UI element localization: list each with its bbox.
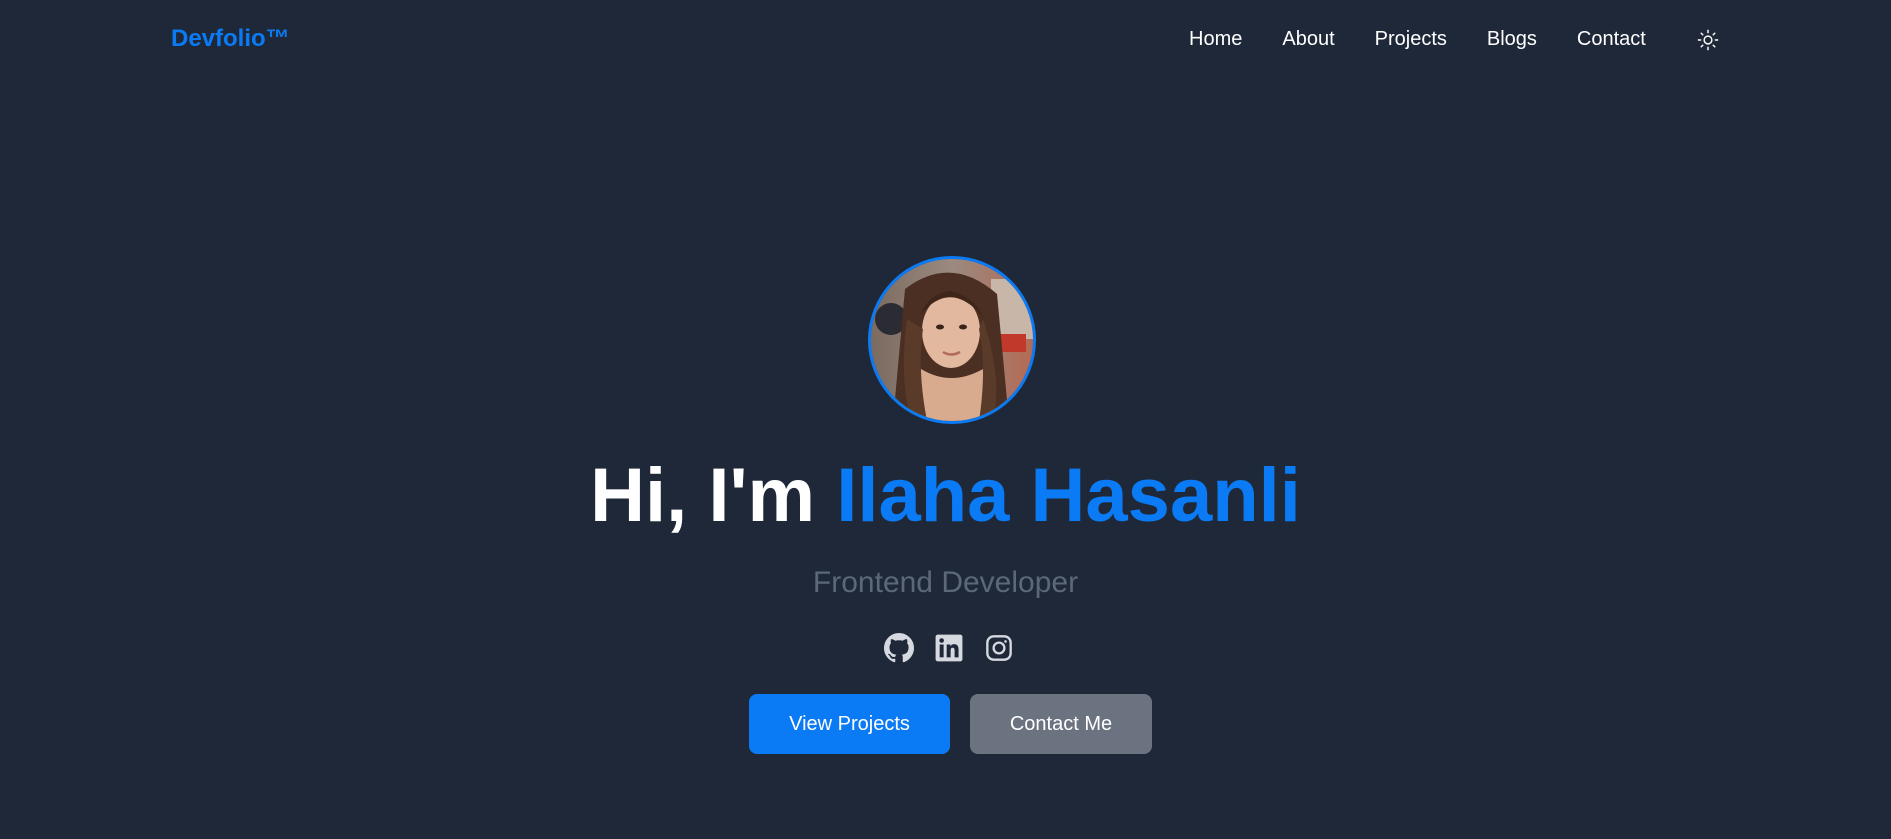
github-link[interactable] xyxy=(884,633,914,663)
page: Devfolio™ Home About Projects Blogs Cont… xyxy=(0,0,1891,839)
linkedin-icon xyxy=(935,634,963,662)
profile-photo xyxy=(871,259,1033,421)
hero-name: Ilaha Hasanli xyxy=(836,453,1301,538)
instagram-icon xyxy=(986,635,1012,661)
contact-me-button[interactable]: Contact Me xyxy=(970,694,1152,754)
instagram-link[interactable] xyxy=(984,633,1014,663)
profile-avatar xyxy=(868,256,1036,424)
hero-section: Hi, I'm Ilaha Hasanli Frontend Developer xyxy=(0,0,1891,839)
hero-subtitle: Frontend Developer xyxy=(812,566,1079,599)
linkedin-link[interactable] xyxy=(934,633,964,663)
github-icon xyxy=(884,633,914,663)
hero-greeting: Hi, I'm xyxy=(590,453,837,538)
hero-title: Hi, I'm Ilaha Hasanli xyxy=(0,453,1891,539)
social-links xyxy=(884,633,1014,663)
view-projects-button[interactable]: View Projects xyxy=(749,694,950,754)
